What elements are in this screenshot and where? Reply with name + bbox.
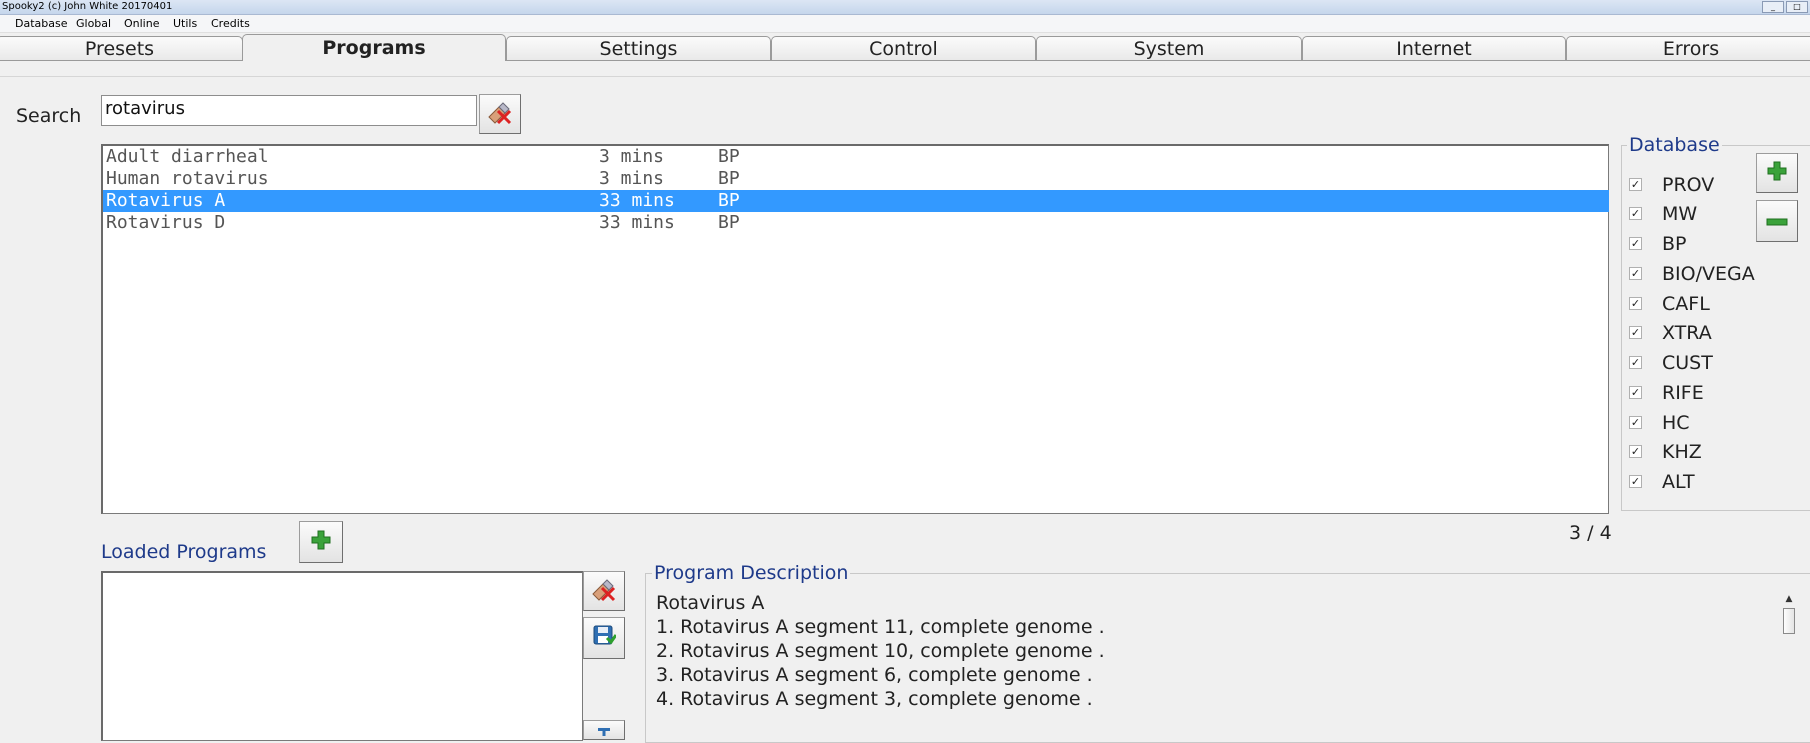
- checkbox[interactable]: ✓: [1629, 475, 1642, 488]
- maximize-button[interactable]: □: [1786, 1, 1808, 13]
- window-controls: _ □: [1762, 1, 1808, 13]
- menu-online[interactable]: Online: [122, 15, 161, 32]
- db-label: MW: [1662, 203, 1698, 225]
- plus-icon: [310, 529, 332, 555]
- program-name: Rotavirus A: [106, 190, 226, 211]
- program-description-text: Rotavirus A 1. Rotavirus A segment 11, c…: [656, 591, 1105, 711]
- program-name: Rotavirus D: [106, 212, 226, 233]
- db-label: PROV: [1662, 174, 1715, 196]
- eraser-icon: [590, 576, 618, 606]
- checkbox[interactable]: ✓: [1629, 326, 1642, 339]
- save-icon: [592, 624, 618, 652]
- eraser-icon: [486, 99, 514, 129]
- checkbox[interactable]: ✓: [1629, 416, 1642, 429]
- description-line: 4. Rotavirus A segment 3, complete genom…: [656, 688, 1093, 710]
- db-label: BIO/VEGA: [1662, 263, 1755, 285]
- program-duration: 3 mins: [599, 168, 665, 189]
- checkbox[interactable]: ✓: [1629, 297, 1642, 310]
- remove-database-button[interactable]: [1756, 200, 1798, 242]
- db-label: XTRA: [1662, 322, 1712, 344]
- tab-internet[interactable]: Internet: [1302, 36, 1566, 60]
- add-database-button[interactable]: [1756, 153, 1798, 193]
- db-label: HC: [1662, 412, 1690, 434]
- save-loaded-button[interactable]: [583, 617, 625, 659]
- program-description-legend: Program Description: [652, 562, 851, 584]
- add-loaded-program-button[interactable]: [299, 521, 343, 563]
- program-database: BP: [718, 168, 740, 189]
- program-duration: 33 mins: [599, 212, 675, 233]
- description-line: 3. Rotavirus A segment 6, complete genom…: [656, 664, 1093, 686]
- menu-global[interactable]: Global: [74, 15, 113, 32]
- program-duration: 33 mins: [599, 190, 675, 211]
- db-label: ALT: [1662, 471, 1695, 493]
- main-tabs: Presets Programs Settings Control System…: [0, 34, 1810, 61]
- program-name: Adult diarrheal: [106, 146, 269, 167]
- checkbox[interactable]: ✓: [1629, 178, 1642, 191]
- tab-presets[interactable]: Presets: [0, 36, 243, 60]
- tab-system[interactable]: System: [1036, 36, 1302, 60]
- loaded-programs-list[interactable]: [101, 571, 583, 741]
- checkbox[interactable]: ✓: [1629, 267, 1642, 280]
- database-legend: Database: [1627, 134, 1722, 156]
- list-item[interactable]: Rotavirus D 33 mins BP: [103, 212, 1609, 234]
- description-line: 2. Rotavirus A segment 10, complete geno…: [656, 640, 1105, 662]
- minus-icon: [1766, 212, 1788, 231]
- list-item[interactable]: Adult diarrheal 3 mins BP: [103, 146, 1609, 168]
- list-item[interactable]: Human rotavirus 3 mins BP: [103, 168, 1609, 190]
- menu-database[interactable]: Database: [13, 15, 70, 32]
- description-line: Rotavirus A: [656, 592, 765, 614]
- program-list[interactable]: Adult diarrheal 3 mins BP Human rotaviru…: [101, 144, 1609, 514]
- window-title: Spooky2 (c) John White 20170401: [2, 1, 173, 12]
- menu-bar: Database Global Online Utils Credits: [0, 15, 1810, 33]
- tab-programs[interactable]: Programs: [242, 34, 506, 61]
- checkbox[interactable]: ✓: [1629, 237, 1642, 250]
- program-database: BP: [718, 146, 740, 167]
- db-label: KHZ: [1662, 441, 1702, 463]
- search-label: Search: [16, 105, 82, 127]
- clear-loaded-button[interactable]: [583, 571, 625, 611]
- clear-search-button[interactable]: [479, 94, 521, 134]
- search-input[interactable]: [101, 95, 477, 126]
- program-database: BP: [718, 190, 740, 211]
- db-label: CUST: [1662, 352, 1713, 374]
- result-count: 3 / 4: [1569, 522, 1612, 544]
- checkbox[interactable]: ✓: [1629, 207, 1642, 220]
- checkbox[interactable]: ✓: [1629, 356, 1642, 369]
- program-duration: 3 mins: [599, 146, 665, 167]
- tab-errors[interactable]: Errors: [1566, 36, 1810, 60]
- minimize-button[interactable]: _: [1762, 1, 1784, 13]
- scroll-thumb[interactable]: [1783, 608, 1795, 634]
- menu-credits[interactable]: Credits: [209, 15, 252, 32]
- db-label: BP: [1662, 233, 1687, 255]
- checkbox[interactable]: ✓: [1629, 445, 1642, 458]
- list-item-selected[interactable]: Rotavirus A 33 mins BP: [103, 190, 1609, 212]
- description-line: 1. Rotavirus A segment 11, complete geno…: [656, 616, 1105, 638]
- section-divider: [0, 76, 1810, 77]
- program-name: Human rotavirus: [106, 168, 269, 189]
- text-button[interactable]: [583, 720, 625, 740]
- db-label: CAFL: [1662, 293, 1710, 315]
- program-database: BP: [718, 212, 740, 233]
- loaded-programs-label: Loaded Programs: [101, 541, 267, 563]
- title-bar: Spooky2 (c) John White 20170401 _ □: [0, 0, 1810, 15]
- tab-control[interactable]: Control: [771, 36, 1036, 60]
- tab-settings[interactable]: Settings: [506, 36, 771, 60]
- scroll-up-icon[interactable]: ▲: [1782, 594, 1796, 604]
- text-icon: [596, 721, 612, 740]
- description-scrollbar[interactable]: ▲: [1782, 594, 1796, 734]
- db-label: RIFE: [1662, 382, 1704, 404]
- checkbox[interactable]: ✓: [1629, 386, 1642, 399]
- plus-icon: [1766, 160, 1788, 186]
- menu-utils[interactable]: Utils: [171, 15, 199, 32]
